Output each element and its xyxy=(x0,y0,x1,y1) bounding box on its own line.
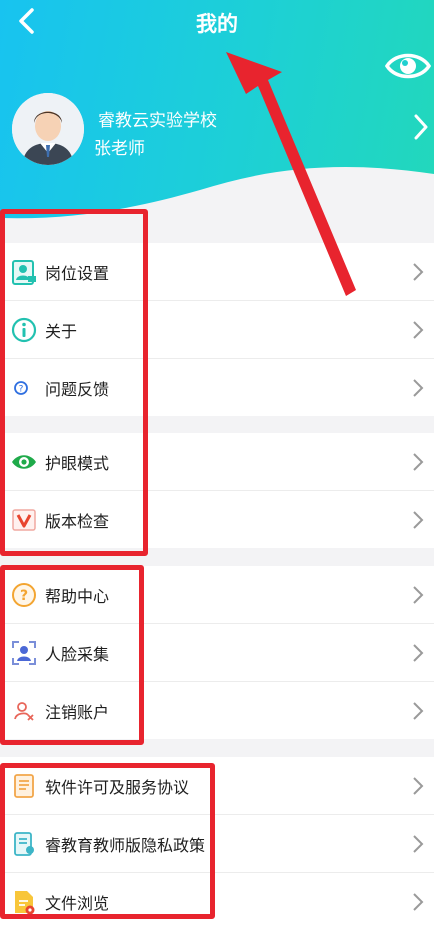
user-avatar-icon xyxy=(12,93,84,165)
avatar[interactable] xyxy=(12,93,84,165)
chevron-right-icon xyxy=(413,701,424,720)
school-name: 睿教云实验学校 xyxy=(98,111,217,131)
chevron-right-icon xyxy=(413,320,424,339)
chevron-right-icon xyxy=(413,585,424,604)
annotation-box xyxy=(0,209,148,556)
chevron-right-icon xyxy=(413,452,424,471)
user-name: 张老师 xyxy=(94,139,145,156)
profile-header: 我的 睿教云实验学校 张老师 xyxy=(0,0,434,230)
chevron-right-icon xyxy=(413,262,424,281)
annotation-box xyxy=(0,763,215,919)
chevron-right-icon xyxy=(413,834,424,853)
chevron-right-icon xyxy=(413,776,424,795)
chevron-right-icon xyxy=(413,643,424,662)
chevron-right-icon xyxy=(413,510,424,529)
page-title: 我的 xyxy=(196,12,238,36)
eye-care-icon[interactable] xyxy=(384,48,432,84)
chevron-right-icon[interactable] xyxy=(412,112,430,142)
chevron-right-icon xyxy=(413,892,424,911)
chevron-right-icon xyxy=(413,378,424,397)
annotation-box xyxy=(0,565,144,745)
